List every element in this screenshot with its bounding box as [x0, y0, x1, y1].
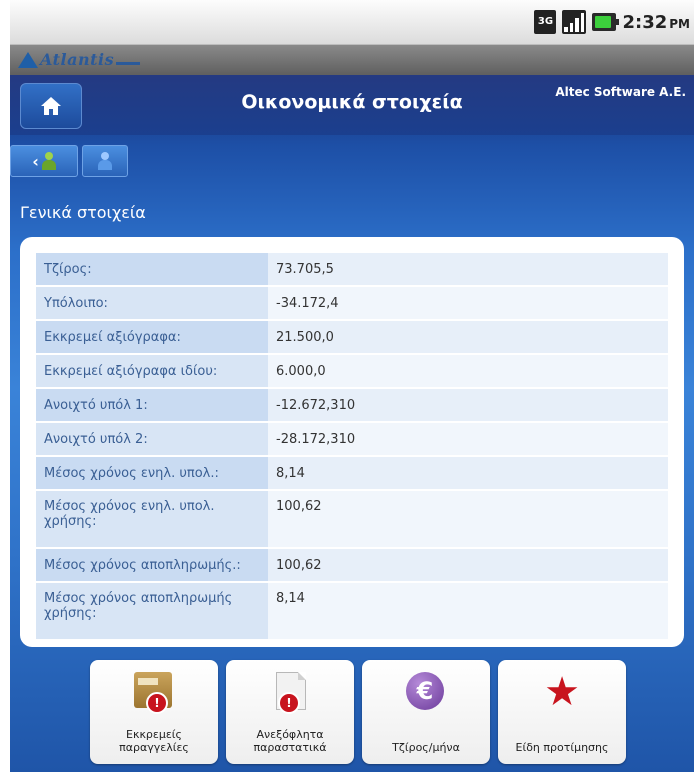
table-row: Ανοιχτό υπόλ 1: -12.672,310 — [36, 389, 668, 421]
section-title: Γενικά στοιχεία — [20, 203, 146, 222]
row-label: Εκκρεμεί αξιόγραφα: — [36, 321, 268, 353]
status-icons: 3G 2:32 PM — [534, 6, 690, 38]
app-logo: Atlantis — [18, 50, 141, 69]
pending-orders-button[interactable]: ! Εκκρεμείς παραγγελίες — [90, 660, 218, 764]
table-row: Μέσος χρόνος ενηλ. υπολ.: 8,14 — [36, 457, 668, 489]
unpaid-documents-button[interactable]: ! Ανεξόφλητα παραστατικά — [226, 660, 354, 764]
financial-data-table: Τζίρος: 73.705,5 Υπόλοιπο: -34.172,4 Εκκρε… — [36, 251, 668, 641]
row-label: Μέσος χρόνος αποπληρωμής χρήσης: — [36, 583, 268, 639]
row-value: 21.500,0 — [268, 321, 668, 353]
row-value: 100,62 — [268, 549, 668, 581]
logo-triangle-icon — [18, 51, 38, 68]
back-to-customers-button[interactable]: ‹ — [10, 145, 78, 177]
row-value: 6.000,0 — [268, 355, 668, 387]
status-bar: 3G 2:32 PM — [10, 0, 694, 45]
row-value: -34.172,4 — [268, 287, 668, 319]
row-label: Υπόλοιπο: — [36, 287, 268, 319]
row-label: Ανοιχτό υπόλ 2: — [36, 423, 268, 455]
app-title-bar: Atlantis — [10, 45, 694, 75]
favorite-items-button[interactable]: ★ Είδη προτίμησης — [498, 660, 626, 764]
company-name: Altec Software A.E. — [555, 85, 686, 99]
battery-charging-icon — [592, 13, 620, 31]
table-row: Μέσος χρόνος ενηλ. υπολ. χρήσης: 100,62 — [36, 491, 668, 547]
table-row: Μέσος χρόνος αποπληρωμής.: 100,62 — [36, 549, 668, 581]
network-3g-icon: 3G — [534, 10, 557, 34]
tile-label: Ανεξόφλητα παραστατικά — [253, 728, 327, 754]
nav-toolbar: ‹ — [10, 135, 694, 185]
pending-orders-icon: ! — [134, 672, 174, 714]
status-clock: 2:32 PM — [622, 11, 690, 33]
euro-icon: € — [406, 672, 446, 712]
table-row: Εκκρεμεί αξιόγραφα: 21.500,0 — [36, 321, 668, 353]
financial-data-card: Τζίρος: 73.705,5 Υπόλοιπο: -34.172,4 Εκκρε… — [20, 237, 684, 647]
row-label: Εκκρεμεί αξιόγραφα ιδίου: — [36, 355, 268, 387]
table-row: Ανοιχτό υπόλ 2: -28.172,310 — [36, 423, 668, 455]
row-value: -12.672,310 — [268, 389, 668, 421]
table-row: Τζίρος: 73.705,5 — [36, 253, 668, 285]
customer-icon — [98, 152, 112, 170]
row-value: 73.705,5 — [268, 253, 668, 285]
tile-label: Εκκρεμείς παραγγελίες — [119, 728, 189, 754]
app-logo-text: Atlantis — [40, 50, 115, 69]
row-value: 8,14 — [268, 457, 668, 489]
row-label: Ανοιχτό υπόλ 1: — [36, 389, 268, 421]
table-row: Υπόλοιπο: -34.172,4 — [36, 287, 668, 319]
star-icon: ★ — [544, 669, 580, 715]
row-label: Μέσος χρόνος ενηλ. υπολ.: — [36, 457, 268, 489]
customers-group-icon — [41, 152, 56, 170]
row-value: 8,14 — [268, 583, 668, 639]
row-value: -28.172,310 — [268, 423, 668, 455]
row-label: Μέσος χρόνος ενηλ. υπολ. χρήσης: — [36, 491, 268, 547]
row-label: Μέσος χρόνος αποπληρωμής.: — [36, 549, 268, 581]
page-header: Οικονομικά στοιχεία Altec Software A.E. — [10, 75, 694, 135]
customer-button[interactable] — [82, 145, 128, 177]
table-row: Εκκρεμεί αξιόγραφα ιδίου: 6.000,0 — [36, 355, 668, 387]
tile-label: Είδη προτίμησης — [515, 741, 609, 754]
unpaid-documents-icon: ! — [270, 672, 310, 714]
signal-strength-icon — [562, 10, 587, 34]
back-arrow-icon: ‹ — [32, 151, 39, 171]
row-label: Τζίρος: — [36, 253, 268, 285]
turnover-per-month-button[interactable]: € Τζίρος/μήνα — [362, 660, 490, 764]
main-content: Οικονομικά στοιχεία Altec Software A.E. … — [10, 75, 694, 772]
table-row: Μέσος χρόνος αποπληρωμής χρήσης: 8,14 — [36, 583, 668, 639]
app-frame: 3G 2:32 PM Atlantis Οικονομικά στοιχεία A… — [10, 0, 694, 772]
row-value: 100,62 — [268, 491, 668, 547]
tile-label: Τζίρος/μήνα — [392, 741, 460, 754]
action-tiles: ! Εκκρεμείς παραγγελίες ! Ανεξόφλητα παρ… — [90, 660, 626, 764]
